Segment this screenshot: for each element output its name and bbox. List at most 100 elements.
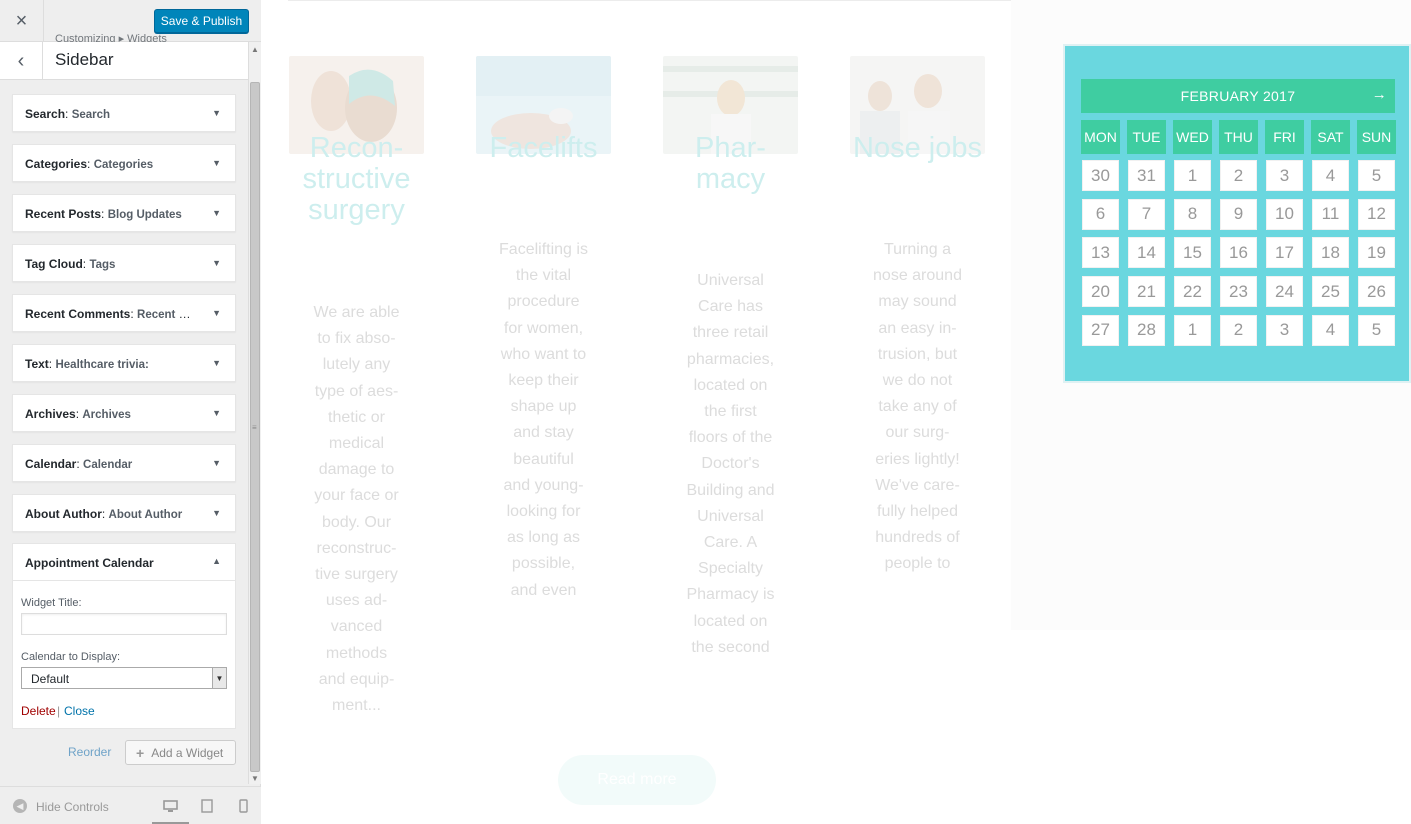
calendar-day-cell[interactable]: 12 [1358,198,1395,230]
calendar-day-cell[interactable]: 1 [1174,314,1211,346]
calendar-day-cell[interactable]: 25 [1312,276,1349,308]
save-publish-button[interactable]: Save & Publish [154,9,249,33]
calendar-day-cell[interactable]: 2 [1220,160,1257,191]
calendar-day-cell[interactable]: 14 [1128,237,1165,269]
calendar-day-cell[interactable]: 4 [1312,160,1349,191]
calendar-day-cell[interactable]: 26 [1358,276,1395,308]
widget-search[interactable]: Search: Search ▼ [12,94,236,132]
chevron-left-icon: ‹ [17,49,25,72]
reorder-link[interactable]: Reorder [68,745,111,759]
calendar-day-cell[interactable]: 17 [1266,237,1303,269]
calendar-day-cell[interactable]: 2 [1220,314,1257,346]
collapse-arrow-icon[interactable]: ◀ [13,799,27,813]
calendar-day-cell[interactable]: 13 [1082,237,1119,269]
calendar-day-cell[interactable]: 4 [1312,314,1349,346]
calendar-day-cell[interactable]: 22 [1174,276,1211,308]
desktop-preview-icon[interactable] [160,797,180,815]
calendar-day-cell[interactable]: 18 [1312,237,1349,269]
calendar-display-label: Calendar to Display: [21,651,121,663]
caret-down-icon[interactable]: ▼ [212,108,221,118]
scrollbar-thumb[interactable]: ≡ [250,82,260,772]
widget-title-label: Widget Title: [21,597,82,609]
panel-scrollbar[interactable]: ▲ ≡ ▼ [248,42,261,784]
calendar-day-cell[interactable]: 24 [1266,276,1303,308]
caret-down-icon[interactable]: ▼ [212,208,221,218]
widget-categories[interactable]: Categories: Categories ▼ [12,144,236,182]
service-title[interactable]: Phar- macy [663,133,798,195]
calendar-display-select[interactable]: Default ▼ [21,667,227,689]
calendar-day-of-week: SAT [1311,120,1350,154]
widget-instance-title: Healthcare trivia: [55,359,149,371]
calendar-day-cell[interactable]: 21 [1128,276,1165,308]
caret-down-icon[interactable]: ▼ [212,508,221,518]
calendar-day-cell[interactable]: 5 [1358,160,1395,191]
service-title[interactable]: Facelifts [476,133,611,164]
widget-type: Categories [25,157,88,171]
calendar-day-cell[interactable]: 11 [1312,198,1349,230]
calendar-day-cell[interactable]: 27 [1082,314,1119,346]
delete-link[interactable]: Delete [21,704,56,718]
back-button[interactable]: ‹ [0,42,43,80]
calendar-day-cell[interactable]: 10 [1266,198,1303,230]
arrow-right-icon[interactable]: → [1372,86,1387,103]
breadcrumb: Customizing ▸ Widgets [55,33,167,42]
widget-instance-title: Calendar [83,459,133,471]
calendar-day-cell[interactable]: 23 [1220,276,1257,308]
hide-controls-button[interactable]: Hide Controls [36,800,109,814]
caret-down-icon[interactable]: ▼ [212,458,221,468]
calendar-day-cell[interactable]: 28 [1128,314,1165,346]
calendar-day-cell[interactable]: 15 [1174,237,1211,269]
close-customizer-button[interactable]: × [0,0,44,42]
widget-recent-comments[interactable]: Recent Comments: Recent Co... ▼ [12,294,236,332]
calendar-day-cell[interactable]: 30 [1082,160,1119,191]
calendar-day-of-week: WED [1173,120,1212,154]
close-link[interactable]: Close [64,704,95,718]
read-more-button[interactable]: Read more [558,755,716,805]
calendar-day-cell[interactable]: 3 [1266,314,1303,346]
calendar-day-cell[interactable]: 3 [1266,160,1303,191]
customizer-panel: × Save & Publish ‹ Customizing ▸ Widgets… [0,0,261,824]
calendar-day-cell[interactable]: 7 [1128,198,1165,230]
calendar-month-label: FEBRUARY 2017 [1180,88,1296,104]
calendar-day-cell[interactable]: 1 [1174,160,1211,191]
widget-header[interactable]: Appointment Calendar ▲ [13,544,235,581]
calendar-day-cell[interactable]: 8 [1174,198,1211,230]
scroll-down-arrow-icon[interactable]: ▼ [249,772,261,784]
widget-calendar[interactable]: Calendar: Calendar ▼ [12,444,236,482]
customizer-footer: ◀ Hide Controls [0,786,261,824]
widget-recent-posts[interactable]: Recent Posts: Blog Updates ▼ [12,194,236,232]
widget-about-author[interactable]: About Author: About Author ▼ [12,494,236,532]
caret-down-icon[interactable]: ▼ [212,408,221,418]
service-title[interactable]: Recon- structive surgery [289,133,424,226]
close-icon: × [15,9,28,32]
widget-archives[interactable]: Archives: Archives ▼ [12,394,236,432]
widget-type: Calendar [25,457,77,471]
calendar-day-of-week: FRI [1265,120,1304,154]
widget-title-input[interactable] [21,613,227,635]
calendar-day-cell[interactable]: 20 [1082,276,1119,308]
caret-down-icon[interactable]: ▼ [212,258,221,268]
caret-down-icon[interactable]: ▼ [212,308,221,318]
calendar-day-cell[interactable]: 19 [1358,237,1395,269]
service-title[interactable]: Nose jobs [850,133,985,164]
add-widget-button[interactable]: + Add a Widget [125,740,236,765]
calendar-day-of-week: MON [1081,120,1120,154]
calendar-day-cell[interactable]: 5 [1358,314,1395,346]
scroll-up-arrow-icon[interactable]: ▲ [249,42,261,56]
widget-text[interactable]: Text: Healthcare trivia: ▼ [12,344,236,382]
service-text: Universal Care has three retail pharmaci… [686,272,775,656]
calendar-day-cell[interactable]: 6 [1082,198,1119,230]
caret-down-icon[interactable]: ▼ [212,358,221,368]
widget-instance-title: Search [71,109,111,121]
calendar-day-cell[interactable]: 16 [1220,237,1257,269]
section-header: ‹ Customizing ▸ Widgets Sidebar [0,33,248,80]
dropdown-arrow-icon[interactable]: ▼ [212,668,226,688]
caret-up-icon[interactable]: ▲ [212,556,221,566]
widget-tag-cloud[interactable]: Tag Cloud: Tags ▼ [12,244,236,282]
calendar-day-cell[interactable]: 31 [1128,160,1165,191]
calendar-month-header: FEBRUARY 2017 → [1081,79,1395,113]
caret-down-icon[interactable]: ▼ [212,158,221,168]
tablet-preview-icon[interactable] [197,797,217,815]
calendar-day-cell[interactable]: 9 [1220,198,1257,230]
mobile-preview-icon[interactable] [233,797,253,815]
